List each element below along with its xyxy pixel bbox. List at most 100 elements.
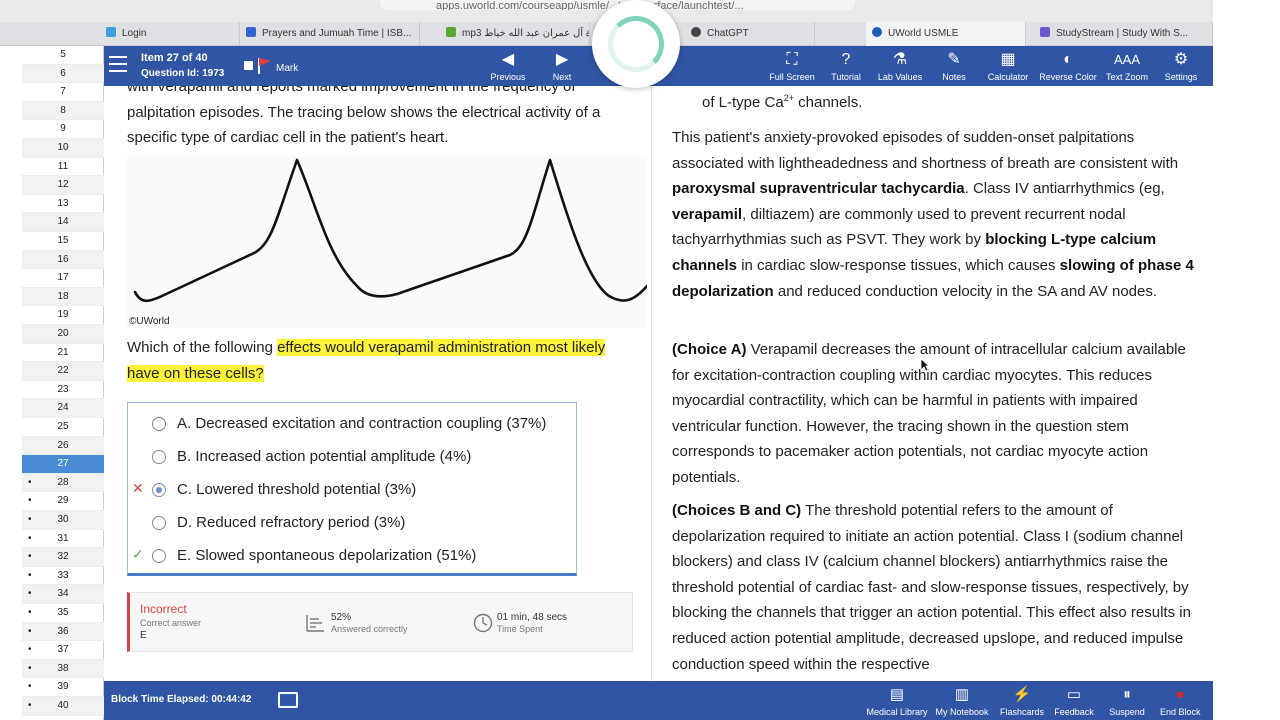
- lab-values-button[interactable]: ⚗ Lab Values: [876, 50, 924, 82]
- browser-tab-active[interactable]: UWorld USMLE: [866, 22, 1026, 46]
- question-number: 36: [57, 625, 69, 637]
- correct-answer-label: Correct answer: [140, 618, 202, 628]
- question-number-item[interactable]: 8: [22, 101, 104, 121]
- text-zoom-button[interactable]: AAA Text Zoom: [1105, 50, 1149, 82]
- question-number-item[interactable]: 40 •: [22, 697, 104, 716]
- choice-d[interactable]: D. Reduced refractory period (3%): [128, 504, 576, 537]
- choice-letter: A.: [177, 415, 192, 432]
- question-number-item[interactable]: 30 •: [22, 511, 104, 530]
- suspend-button[interactable]: ⏸ Suspend: [1109, 685, 1145, 717]
- suspend-label: Suspend: [1109, 707, 1145, 717]
- feedback-button[interactable]: ▭ Feedback: [1054, 685, 1094, 717]
- question-number: 25: [57, 421, 69, 432]
- question-number-item[interactable]: 26: [22, 436, 104, 456]
- unseen-dot-icon: •: [28, 476, 32, 488]
- question-number: 27: [57, 458, 69, 470]
- reverse-color-button[interactable]: ◐ Reverse Color: [1038, 50, 1098, 82]
- browser-tab[interactable]: Login: [100, 22, 240, 46]
- calculator-icon: ▦: [1000, 51, 1016, 68]
- question-number-item[interactable]: 23: [22, 381, 104, 400]
- radio-button[interactable]: [152, 549, 166, 563]
- flashcards-button[interactable]: ⚡ Flashcards: [998, 685, 1046, 717]
- question-number-item[interactable]: 34 •: [22, 585, 104, 604]
- radio-button[interactable]: [152, 516, 166, 530]
- choice-letter: C.: [177, 481, 192, 498]
- question-number: 16: [57, 253, 69, 265]
- question-number-item[interactable]: 25: [22, 418, 104, 437]
- question-number-item[interactable]: 28 •: [22, 473, 104, 493]
- next-label: Next: [552, 72, 572, 82]
- fullscreen-icon: ⛶: [786, 51, 798, 68]
- menu-icon[interactable]: [109, 56, 127, 74]
- choice-c[interactable]: ✕ C. Lowered threshold potential (3%): [128, 471, 576, 504]
- question-number-item[interactable]: 35 •: [22, 604, 104, 623]
- notes-button[interactable]: ✎ Notes: [940, 50, 968, 82]
- medical-library-label: Medical Library: [866, 707, 928, 717]
- question-number-item[interactable]: 27: [22, 455, 104, 474]
- question-number-item[interactable]: 7: [22, 83, 104, 102]
- choice-a[interactable]: A. Decreased excitation and contraction …: [128, 405, 576, 438]
- calculator-button[interactable]: ▦ Calculator: [986, 50, 1030, 82]
- question-number-item[interactable]: 21: [22, 344, 104, 363]
- incorrect-x-icon: ✕: [132, 480, 144, 496]
- medical-library-button[interactable]: ▤ Medical Library: [866, 685, 928, 717]
- radio-button[interactable]: [152, 417, 166, 431]
- question-number-item[interactable]: 36 •: [22, 622, 104, 642]
- question-number-item[interactable]: 13: [22, 195, 104, 214]
- question-number-item[interactable]: 22: [22, 362, 104, 381]
- tab-label: mp3 سورة آل عمران عبد الله خياط: [462, 28, 589, 39]
- end-block-button[interactable]: ● End Block: [1160, 685, 1201, 717]
- tab-label: Login: [122, 28, 147, 39]
- browser-tab[interactable]: ChatGPT: [685, 22, 815, 46]
- choice-text: Slowed spontaneous depolarization (51%): [195, 547, 477, 564]
- radio-button[interactable]: [152, 450, 166, 464]
- arrow-left-icon: ◀: [501, 51, 515, 68]
- browser-tab[interactable]: Prayers and Jumuah Time | ISB...: [240, 22, 420, 46]
- item-counter: Item 27 of 40: [141, 52, 208, 64]
- choice-text: Reduced refractory period (3%): [196, 514, 406, 531]
- percent-correct-label: Answered correctly: [331, 624, 408, 634]
- radio-button-selected[interactable]: [152, 483, 166, 497]
- question-number-item[interactable]: 32 •: [22, 548, 104, 567]
- question-number-item[interactable]: 18: [22, 287, 104, 307]
- question-number-item[interactable]: 20: [22, 325, 104, 344]
- question-number-item[interactable]: 33 •: [22, 567, 104, 586]
- question-number-item[interactable]: 9: [22, 120, 104, 139]
- next-button[interactable]: ▶ Next: [544, 50, 580, 82]
- my-notebook-button[interactable]: ▥ My Notebook: [934, 685, 990, 717]
- question-number-item[interactable]: 39 •: [22, 678, 104, 697]
- review-grid-icon[interactable]: [278, 692, 298, 708]
- question-number-item[interactable]: 17: [22, 269, 104, 288]
- browser-tab[interactable]: mp3 سورة آل عمران عبد الله خياط: [440, 22, 590, 46]
- question-number-item[interactable]: 38 •: [22, 659, 104, 679]
- question-number-item[interactable]: 29 •: [22, 492, 104, 511]
- browser-tab[interactable]: StudyStream | Study With S...: [1034, 22, 1213, 46]
- bold-term: verapamil: [672, 205, 743, 223]
- question-number-item[interactable]: 24: [22, 399, 104, 418]
- question-number-item[interactable]: 12: [22, 176, 104, 195]
- question-number-item[interactable]: 14: [22, 213, 104, 232]
- question-number-item[interactable]: 19: [22, 306, 104, 325]
- choice-b[interactable]: B. Increased action potential amplitude …: [128, 438, 576, 471]
- question-number-item[interactable]: 5: [22, 46, 104, 65]
- reverse-color-label: Reverse Color: [1039, 72, 1097, 82]
- question-number-item[interactable]: 6: [22, 64, 104, 84]
- question-number-item[interactable]: 15: [22, 232, 104, 251]
- choice-e[interactable]: ✓ E. Slowed spontaneous depolarization (…: [128, 537, 576, 570]
- flag-icon[interactable]: [257, 57, 273, 75]
- choice-heading: (Choice A): [672, 341, 747, 358]
- tutorial-button[interactable]: ? Tutorial: [828, 50, 864, 82]
- question-number-item[interactable]: 37 •: [22, 641, 104, 660]
- text-zoom-label: Text Zoom: [1105, 72, 1148, 82]
- previous-button[interactable]: ◀ Previous: [489, 50, 527, 82]
- flashcards-label: Flashcards: [999, 707, 1044, 717]
- question-number-item[interactable]: 31 •: [22, 530, 104, 549]
- question-number-item[interactable]: 16: [22, 250, 104, 270]
- explanation-choices-b-c: (Choices B and C) The threshold potentia…: [672, 498, 1204, 677]
- full-screen-button[interactable]: ⛶ Full Screen: [768, 50, 816, 82]
- text-fragment: . Class IV antiarrhythmics (eg,: [964, 180, 1165, 198]
- settings-button[interactable]: ⚙ Settings: [1163, 50, 1199, 82]
- question-number-item[interactable]: 10: [22, 139, 104, 158]
- mark-checkbox[interactable]: [244, 61, 253, 70]
- question-number-item[interactable]: 11: [22, 158, 104, 177]
